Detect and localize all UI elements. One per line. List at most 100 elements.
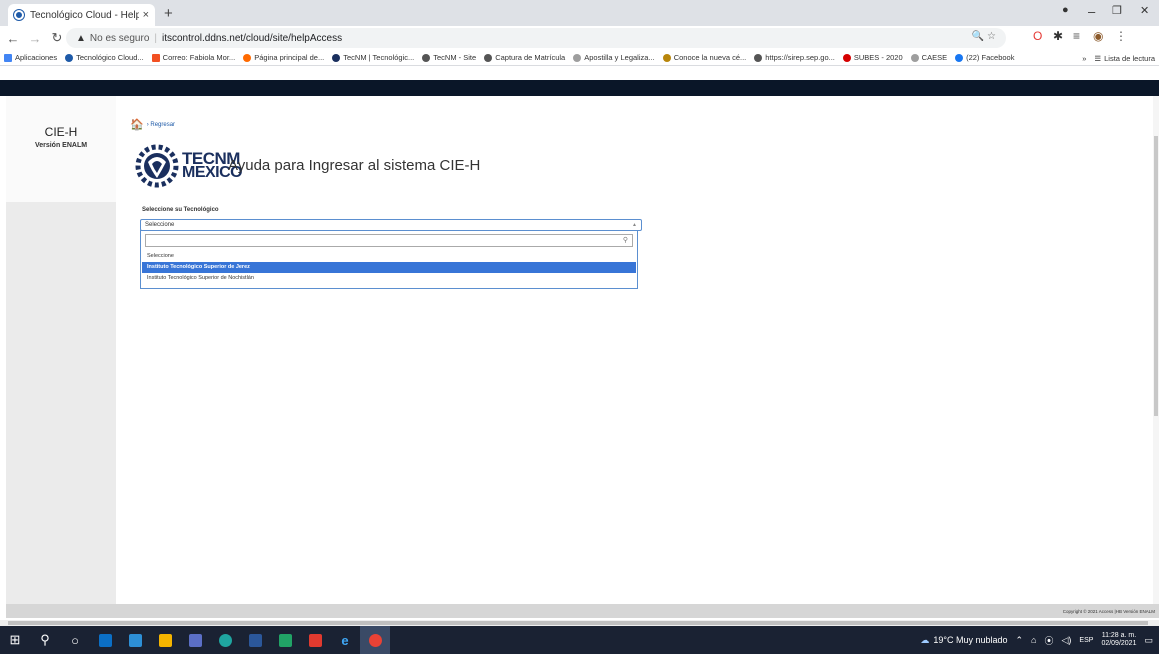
network-icon[interactable]: ⌂: [1031, 635, 1036, 645]
url-text[interactable]: itscontrol.ddns.net/cloud/site/helpAcces…: [162, 33, 342, 44]
chrome-icon[interactable]: [360, 626, 390, 654]
forward-arrow-icon[interactable]: →: [26, 31, 44, 46]
breadcrumb: 🏠 › Regresar: [130, 118, 175, 131]
system-tray: ☁ 19°C Muy nublado ⌃ ⌂ ⦿ ◁) ESP 11:28 a.…: [912, 626, 1153, 654]
acrobat-icon[interactable]: [300, 626, 330, 654]
vertical-scrollbar[interactable]: [1153, 96, 1159, 604]
reading-mode-icon[interactable]: ≡: [1073, 29, 1080, 43]
tab-title: Tecnológico Cloud - HelpAccess: [30, 9, 139, 21]
outlook-icon: [151, 53, 160, 62]
home-icon[interactable]: 🏠: [130, 118, 144, 131]
globe-icon: [484, 53, 493, 62]
select-option-highlighted[interactable]: Instituto Tecnológico Superior de Jerez: [142, 262, 636, 273]
search-icon[interactable]: ⚲: [30, 626, 60, 654]
menu-kebab-icon[interactable]: ⋮: [1115, 29, 1127, 43]
horizontal-scrollbar-thumb[interactable]: [8, 621, 1148, 625]
tecnm-logo: TECNM MEXICO: [134, 140, 243, 192]
globe-icon: [754, 53, 763, 62]
app-name: CIE-H: [44, 125, 78, 139]
back-link[interactable]: › Regresar: [147, 122, 175, 128]
select-current-value: Seleccione: [145, 222, 175, 228]
bookmark-item[interactable]: Apostilla y Legaliza...: [573, 53, 655, 62]
office-icon: [243, 53, 252, 62]
bookmark-item[interactable]: https://sirep.sep.go...: [754, 53, 835, 62]
windows-taskbar: ⊞ ⚲ ○ e ☁ 19°C Muy nublado ⌃ ⌂ ⦿ ◁) ESP …: [0, 626, 1159, 654]
facebook-icon: [955, 53, 964, 62]
browser-window: Tecnológico Cloud - HelpAccess × + ● – ❐…: [0, 0, 1159, 654]
more-bookmarks-button[interactable]: »: [1082, 54, 1086, 63]
bookmark-item[interactable]: TecNM | Tecnológic...: [332, 53, 414, 62]
page-title: Ayuda para Ingresar al sistema CIE-H: [228, 157, 481, 174]
windows-start-icon[interactable]: ⊞: [0, 626, 30, 654]
app-version: Versión ENALM: [34, 142, 88, 149]
internet-explorer-icon[interactable]: e: [330, 626, 360, 654]
cortana-icon[interactable]: ○: [60, 626, 90, 654]
bookmark-item[interactable]: (22) Facebook: [955, 53, 1014, 62]
clock-date: 02/09/2021: [1101, 640, 1137, 647]
back-arrow-icon[interactable]: ←: [4, 31, 22, 46]
address-bar[interactable]: ▲ No es seguro | itscontrol.ddns.net/clo…: [66, 28, 1006, 48]
select-dropdown: ⚲ Seleccione Instituto Tecnológico Super…: [140, 230, 638, 289]
extensions-puzzle-icon[interactable]: ✱: [1053, 29, 1063, 43]
tab-strip: Tecnológico Cloud - HelpAccess × + ● – ❐…: [0, 0, 1159, 26]
reading-list-button[interactable]: Lista de lectura: [1104, 54, 1155, 63]
government-icon: [573, 53, 582, 62]
browser-tab[interactable]: Tecnológico Cloud - HelpAccess ×: [8, 4, 155, 26]
zoom-and-star-icons[interactable]: 🔍 ☆: [972, 31, 996, 42]
reload-icon[interactable]: ↻: [48, 30, 66, 46]
bookmark-item[interactable]: Aplicaciones: [4, 53, 57, 62]
clock[interactable]: 11:28 a. m. 02/09/2021: [1101, 632, 1136, 649]
select-label: Seleccione su Tecnológico: [142, 207, 219, 213]
bookmark-item[interactable]: Conoce la nueva cé...: [662, 53, 746, 62]
select-option[interactable]: Instituto Tecnológico Superior de Nochis…: [142, 273, 636, 284]
sidebar: CIE-H Versión ENALM: [6, 96, 116, 202]
file-explorer-icon[interactable]: [150, 626, 180, 654]
search-icon: ⚲: [622, 237, 628, 244]
tab-close-icon[interactable]: ×: [143, 9, 149, 21]
edge-legacy-icon[interactable]: [90, 626, 120, 654]
bookmark-item[interactable]: CAESE: [910, 53, 947, 62]
close-window-button[interactable]: ✕: [1140, 4, 1149, 17]
tecnm-icon: [332, 53, 341, 62]
bookmark-item[interactable]: Tecnológico Cloud...: [65, 53, 144, 62]
chevron-up-icon[interactable]: ⌃: [1016, 635, 1024, 646]
bookmarks-overflow: » ☰ Lista de lectura: [1082, 50, 1155, 65]
language-indicator[interactable]: ESP: [1079, 637, 1093, 644]
restore-button[interactable]: ❐: [1112, 4, 1122, 17]
weather-icon[interactable]: ☁: [920, 635, 929, 646]
bookmark-item[interactable]: TecNM - Site: [422, 53, 476, 62]
navigation-bar: ← → ↻ ▲ No es seguro | itscontrol.ddns.n…: [0, 26, 1159, 50]
weather-text[interactable]: 19°C Muy nublado: [933, 635, 1007, 645]
site-favicon-icon: [14, 10, 24, 20]
edge-icon[interactable]: [210, 626, 240, 654]
bookmark-item[interactable]: Captura de Matrícula: [484, 53, 565, 62]
store-icon[interactable]: [120, 626, 150, 654]
address-separator: |: [154, 32, 157, 44]
word-icon[interactable]: [240, 626, 270, 654]
volume-icon[interactable]: ◁): [1062, 635, 1072, 646]
select-option[interactable]: Seleccione: [142, 251, 636, 262]
wifi-icon[interactable]: ⦿: [1044, 634, 1053, 647]
dropdown-search[interactable]: ⚲: [145, 234, 633, 252]
bookmark-item[interactable]: Correo: Fabiola Mor...: [151, 53, 235, 62]
profile-icon[interactable]: ●: [1062, 4, 1069, 16]
tecnm-gear-logo-icon: [135, 144, 179, 188]
opera-extension-icon[interactable]: O: [1033, 29, 1042, 43]
teams-icon[interactable]: [180, 626, 210, 654]
excel-icon[interactable]: [270, 626, 300, 654]
bookmark-item[interactable]: SUBES - 2020: [842, 53, 903, 62]
clock-time: 11:28 a. m.: [1101, 631, 1137, 639]
new-tab-button[interactable]: +: [164, 5, 173, 22]
credential-icon: [662, 53, 671, 62]
notifications-icon[interactable]: ▭: [1144, 635, 1153, 646]
profile-avatar-icon[interactable]: ◉: [1093, 29, 1103, 43]
minimize-button[interactable]: –: [1088, 4, 1095, 19]
bookmarks-bar: Aplicaciones Tecnológico Cloud... Correo…: [0, 50, 1159, 66]
warning-triangle-icon: ▲: [76, 32, 86, 44]
subes-icon: [842, 53, 851, 62]
security-label[interactable]: No es seguro: [90, 33, 149, 44]
bookmark-item[interactable]: Página principal de...: [243, 53, 324, 62]
tecnologico-cloud-icon: [65, 53, 74, 62]
vertical-scrollbar-thumb[interactable]: [1154, 136, 1158, 416]
apps-grid-icon: [4, 53, 12, 62]
